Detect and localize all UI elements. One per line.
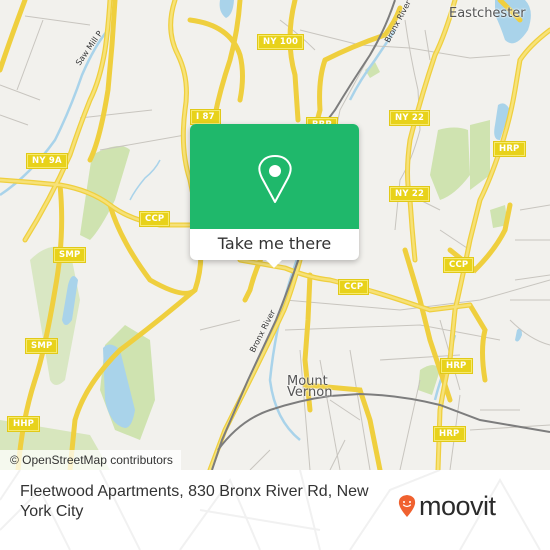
place-label-mount-vernon: Mount Vernon xyxy=(287,375,333,400)
moovit-pin-icon xyxy=(398,495,416,517)
route-shield-hrp-south: HRP xyxy=(434,427,465,441)
location-pin-icon xyxy=(258,155,292,203)
route-shield-ccp-east: CCP xyxy=(444,258,474,272)
popup-pointer xyxy=(266,260,282,268)
map-view[interactable]: Eastchester Mount Vernon Saw Mill P Bron… xyxy=(0,0,550,470)
route-shield-hhp: HHP xyxy=(8,417,40,431)
route-shield-ccp-west: CCP xyxy=(140,212,170,226)
moovit-logo[interactable]: moovit xyxy=(398,492,496,520)
place-label-mount-vernon-line2: Vernon xyxy=(287,385,333,400)
place-label-eastchester: Eastchester xyxy=(449,6,526,21)
route-shield-smp-north: SMP xyxy=(54,248,86,262)
take-me-there-button[interactable]: Take me there xyxy=(190,229,359,260)
location-popup[interactable]: Take me there xyxy=(190,124,359,268)
route-shield-smp-south: SMP xyxy=(26,339,58,353)
route-shield-ccp-center: CCP xyxy=(339,280,369,294)
address-text: Fleetwood Apartments, 830 Bronx River Rd… xyxy=(20,483,369,520)
route-shield-hrp-north: HRP xyxy=(494,142,525,156)
popup-header xyxy=(190,124,359,229)
footer: Fleetwood Apartments, 830 Bronx River Rd… xyxy=(0,470,550,550)
map-attribution[interactable]: © OpenStreetMap contributors xyxy=(0,450,181,470)
route-shield-ny9a: NY 9A xyxy=(27,154,67,168)
moovit-wordmark: moovit xyxy=(419,491,496,521)
route-shield-ny22-north: NY 22 xyxy=(390,111,430,125)
route-shield-ny22-south: NY 22 xyxy=(390,187,430,201)
route-shield-ny100: NY 100 xyxy=(258,35,304,49)
route-shield-hrp-mid: HRP xyxy=(441,359,472,373)
route-shield-i87: I 87 xyxy=(191,110,220,124)
